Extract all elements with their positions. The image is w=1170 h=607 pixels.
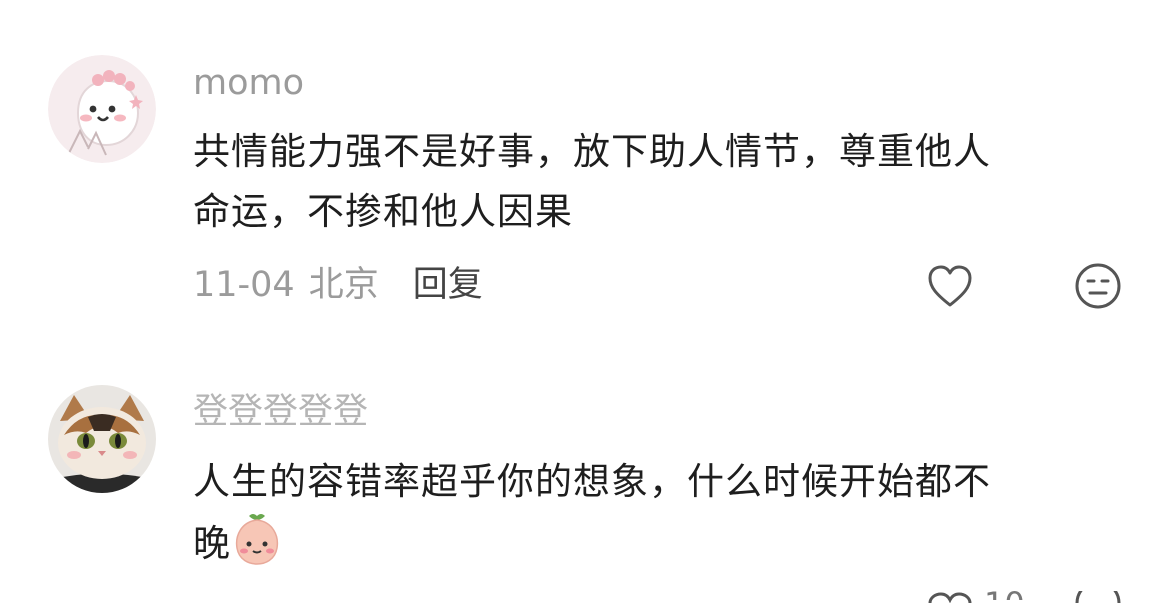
pink-cartoon-avatar-icon bbox=[48, 55, 156, 163]
dislike-button[interactable] bbox=[1074, 262, 1122, 314]
username[interactable]: 登登登登登 bbox=[193, 390, 368, 434]
comment-text-line: 人生的容错率超乎你的想象，什么时候开始都不 bbox=[193, 460, 991, 503]
like-count: 10 bbox=[984, 584, 1025, 600]
username[interactable]: momo bbox=[193, 61, 304, 105]
comment-location: 北京 bbox=[308, 265, 379, 305]
heart-icon bbox=[928, 265, 972, 307]
neutral-face-icon bbox=[1075, 263, 1121, 309]
neutral-face-icon bbox=[1075, 580, 1121, 604]
like-button[interactable] bbox=[926, 263, 974, 313]
comment-text-line: 晚 bbox=[193, 512, 1098, 574]
comment-text-line: 共情能力强不是好事，放下助人情节，尊重他人 bbox=[193, 130, 991, 173]
user-avatar[interactable] bbox=[48, 385, 156, 493]
comment-text: 人生的容错率超乎你的想象，什么时候开始都不 晚 bbox=[193, 452, 1098, 574]
comment-text: 共情能力强不是好事，放下助人情节，尊重他人 命运，不掺和他人因果 bbox=[193, 122, 1098, 242]
heart-icon bbox=[928, 592, 972, 604]
comment-text-fragment: 晚 bbox=[193, 522, 231, 565]
user-avatar[interactable] bbox=[48, 55, 156, 163]
like-button[interactable] bbox=[926, 588, 974, 607]
dislike-button[interactable] bbox=[1074, 580, 1122, 607]
comment-text-line: 命运，不掺和他人因果 bbox=[193, 190, 573, 233]
cat-avatar-icon bbox=[48, 385, 156, 493]
comment-meta: 11-04 北京 回复 bbox=[193, 263, 483, 307]
reply-button[interactable]: 回复 bbox=[413, 265, 483, 305]
comment-date: 11-04 bbox=[193, 265, 295, 305]
peach-blush-emoji-icon bbox=[231, 512, 283, 566]
